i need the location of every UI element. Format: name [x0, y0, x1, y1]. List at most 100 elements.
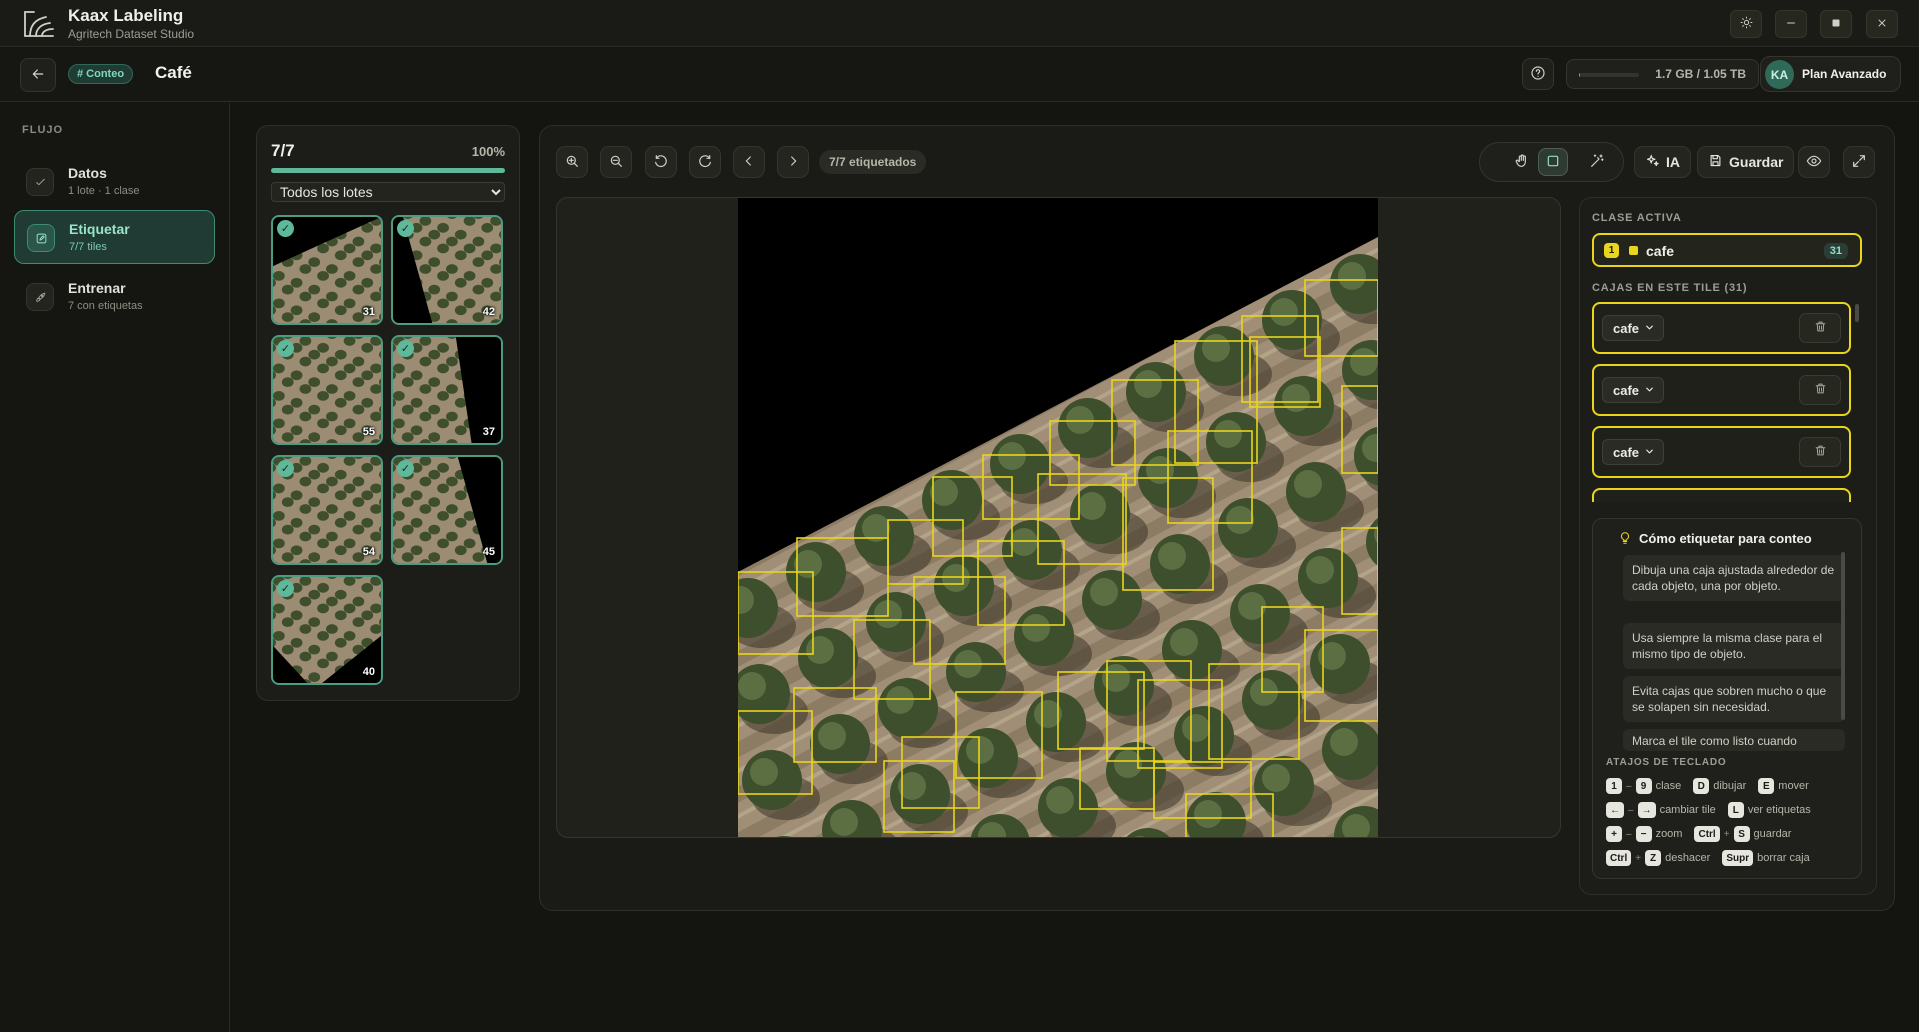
eye-icon	[1806, 153, 1822, 172]
close-button[interactable]	[1866, 10, 1898, 38]
class-name: cafe	[1646, 243, 1675, 259]
trash-icon	[1814, 320, 1827, 336]
tile-thumbnail[interactable]: ✓ 42	[391, 215, 503, 325]
sidebar-item-datos[interactable]: Datos 1 lote · 1 clase	[14, 155, 215, 209]
trash-icon	[1814, 382, 1827, 398]
minimize-button[interactable]	[1775, 10, 1807, 38]
box-list-item[interactable]: cafe	[1592, 302, 1851, 354]
plant-highlight	[1046, 786, 1074, 814]
box-list-item[interactable]	[1592, 488, 1851, 502]
chevron-left-icon	[741, 153, 757, 172]
zoom-out-button[interactable]	[600, 146, 632, 178]
rocket-icon	[26, 283, 54, 311]
kbd-separator: –	[1626, 780, 1632, 792]
trash-icon	[1814, 444, 1827, 460]
tile-box-count: 45	[482, 546, 495, 558]
tile-done-check-icon: ✓	[397, 460, 414, 477]
tile-thumbnail[interactable]: ✓ 31	[271, 215, 383, 325]
box-tool-button[interactable]	[1538, 148, 1568, 176]
box-list-scrollbar[interactable]	[1855, 304, 1859, 322]
kbd-key: ←	[1606, 802, 1624, 818]
sidebar-item-entrenar[interactable]: Entrenar 7 con etiquetas	[14, 270, 215, 324]
box-class-select[interactable]: cafe	[1602, 315, 1664, 341]
square-icon	[1545, 153, 1561, 172]
box-list[interactable]: cafe cafe cafe	[1592, 302, 1854, 502]
class-count-badge: 31	[1823, 243, 1848, 259]
tile-thumbnail[interactable]: ✓ 54	[271, 455, 383, 565]
plant-highlight	[1350, 348, 1378, 376]
plant-highlight	[806, 636, 834, 664]
zoom-in-button[interactable]	[556, 146, 588, 178]
tile-done-check-icon: ✓	[277, 220, 294, 237]
plant-highlight	[1202, 334, 1230, 362]
next-tile-button[interactable]	[777, 146, 809, 178]
theme-toggle-button[interactable]	[1730, 10, 1762, 38]
delete-box-button[interactable]	[1799, 313, 1841, 343]
prev-tile-button[interactable]	[733, 146, 765, 178]
plant-highlight	[1010, 528, 1038, 556]
help-button[interactable]	[1522, 58, 1554, 90]
delete-box-button[interactable]	[1799, 375, 1841, 405]
box-class-value: cafe	[1613, 382, 1640, 398]
pan-tool-button[interactable]	[1507, 148, 1537, 176]
tile-thumbnail[interactable]: ✓ 45	[391, 455, 503, 565]
tool-mode-group	[1479, 142, 1624, 182]
sidebar-item-etiquetar[interactable]: Etiquetar 7/7 tiles	[14, 210, 215, 264]
box-class-value: cafe	[1613, 320, 1640, 336]
storage-text: 1.7 GB / 1.05 TB	[1655, 67, 1746, 81]
kbd-key: E	[1758, 778, 1775, 794]
minimize-icon	[1785, 16, 1797, 32]
box-class-select[interactable]: cafe	[1602, 377, 1664, 403]
box-class-select[interactable]: cafe	[1602, 439, 1664, 465]
toggle-labels-button[interactable]	[1798, 146, 1830, 178]
plant-highlight	[1066, 406, 1094, 434]
active-class-label: CLASE ACTIVA	[1592, 212, 1682, 224]
tile-thumbnail[interactable]: ✓ 40	[271, 575, 383, 685]
box-list-item[interactable]: cafe	[1592, 426, 1851, 478]
magic-wand-icon	[1589, 153, 1605, 172]
magic-tool-button[interactable]	[1582, 148, 1612, 176]
plant-highlight	[1022, 614, 1050, 642]
app-logo-icon	[22, 9, 56, 39]
plant-highlight	[1294, 470, 1322, 498]
tile-thumbnail[interactable]: ✓ 37	[391, 335, 503, 445]
flow-label: FLUJO	[22, 124, 64, 136]
mode-badge: # Conteo	[68, 64, 134, 84]
batch-select[interactable]: Todos los lotes	[271, 182, 505, 202]
plant-highlight	[830, 808, 858, 836]
tile-done-check-icon: ✓	[277, 580, 294, 597]
expand-icon	[1851, 153, 1867, 172]
chevron-down-icon	[1644, 321, 1655, 336]
tip-item: Usa siempre la misma clase para el mismo…	[1623, 623, 1845, 669]
maximize-button[interactable]	[1820, 10, 1852, 38]
sidebar-item-title: Datos	[68, 165, 107, 181]
tiles-percent: 100%	[471, 144, 505, 159]
account-menu[interactable]: KA Plan Avanzado	[1760, 56, 1901, 92]
tips-scrollbar[interactable]	[1841, 552, 1845, 720]
aerial-tile-image[interactable]	[737, 198, 1379, 838]
canvas-svg[interactable]	[737, 198, 1379, 838]
delete-box-button[interactable]	[1799, 437, 1841, 467]
chevron-right-icon	[785, 153, 801, 172]
ai-button[interactable]: IA	[1634, 146, 1691, 178]
box-list-item[interactable]: cafe	[1592, 364, 1851, 416]
avatar: KA	[1765, 60, 1794, 89]
active-class-selector[interactable]: 1 cafe 31	[1592, 233, 1862, 267]
plant-highlight	[1330, 728, 1358, 756]
fullscreen-button[interactable]	[1843, 146, 1875, 178]
sidebar-item-subtitle: 7/7 tiles	[69, 241, 107, 253]
check-icon	[26, 168, 54, 196]
annotation-canvas[interactable]	[556, 197, 1561, 838]
tile-thumbnail[interactable]: ✓ 55	[271, 335, 383, 445]
kbd-key: S	[1733, 826, 1750, 842]
sun-icon	[1740, 16, 1753, 32]
tiles-count: 7/7	[271, 141, 295, 160]
help-icon	[1530, 65, 1546, 84]
chevron-down-icon	[1644, 383, 1655, 398]
back-button[interactable]	[20, 58, 56, 92]
undo-button[interactable]	[645, 146, 677, 178]
plant-highlight	[818, 722, 846, 750]
plant-highlight	[1262, 764, 1290, 792]
redo-button[interactable]	[689, 146, 721, 178]
save-button[interactable]: Guardar	[1697, 146, 1795, 178]
